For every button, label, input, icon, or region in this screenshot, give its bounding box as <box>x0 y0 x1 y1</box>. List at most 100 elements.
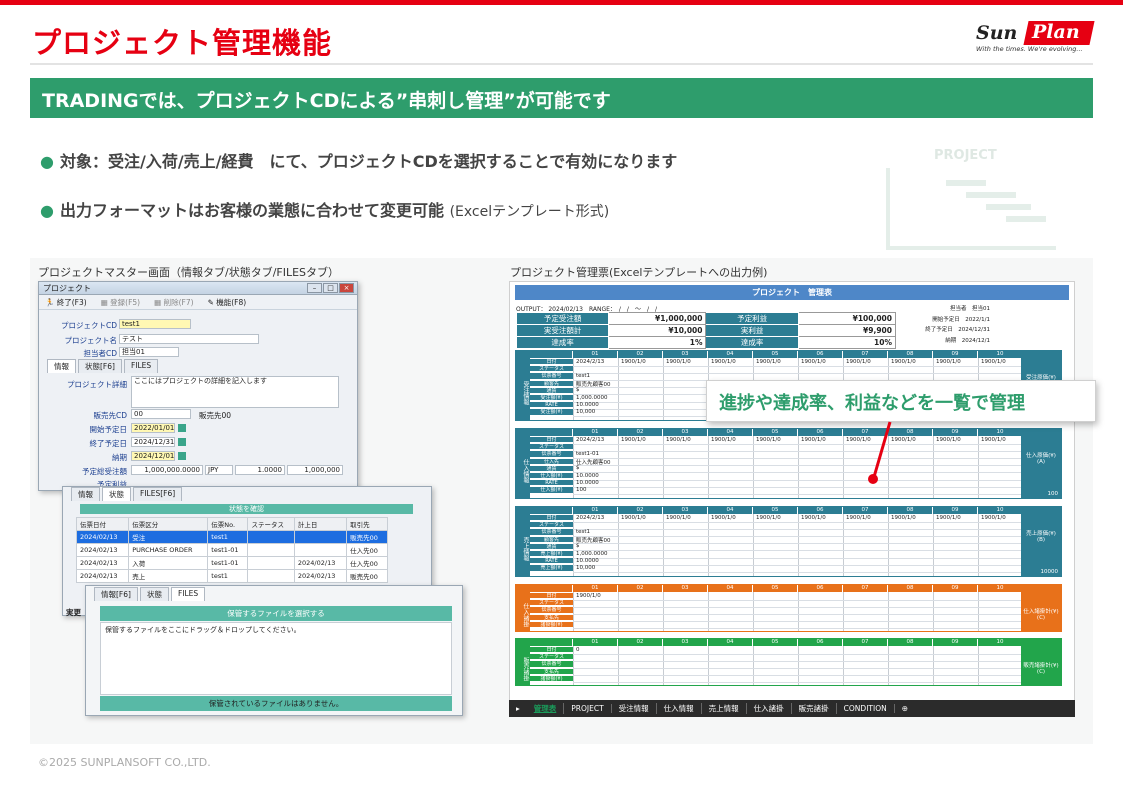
sheet-tab[interactable]: 売上情報 <box>702 703 747 714</box>
cell-value[interactable]: 1900/1/0 <box>846 515 871 521</box>
currency-select[interactable]: JPY <box>205 465 233 475</box>
cell-value[interactable]: 1900/1/0 <box>576 593 601 599</box>
cell-value[interactable]: 販売先顧客00 <box>576 380 611 388</box>
delete-button[interactable]: ▦ 削除(F7) <box>154 297 193 307</box>
cell-value[interactable]: test1 <box>576 529 590 535</box>
file-drop-zone[interactable]: 保管するファイルをここにドラッグ＆ドロップしてください。 <box>100 622 452 695</box>
cell-value[interactable]: 2024/2/13 <box>576 515 604 521</box>
cell-value[interactable]: 販売先顧客00 <box>576 536 611 544</box>
project-cd-input[interactable]: test1 <box>119 319 191 329</box>
table-row[interactable]: 2024/02/13 受注 test1 販売先00 <box>75 530 388 544</box>
cell-value[interactable]: 1900/1/0 <box>981 359 1006 365</box>
cell-value[interactable]: 仕入先顧客00 <box>576 458 611 466</box>
cell-value[interactable]: 10.0000 <box>576 473 599 479</box>
tab-info[interactable]: 情報[F6] <box>94 587 138 601</box>
tab-files[interactable]: FILES <box>123 359 159 373</box>
sheet-tab[interactable]: 管理表 <box>527 703 565 714</box>
cell-value[interactable]: 1900/1/0 <box>621 515 646 521</box>
cell-value[interactable]: 1900/1/0 <box>936 515 961 521</box>
cell-value[interactable]: 10,000 <box>576 409 595 415</box>
add-sheet-icon[interactable]: ⊕ <box>895 704 915 713</box>
plan-order-input[interactable]: 1,000,000.0000 <box>131 465 203 475</box>
column-number: 02 <box>618 507 663 514</box>
cell-value[interactable]: 1900/1/0 <box>711 359 736 365</box>
sheet-tab[interactable]: PROJECT <box>564 704 612 713</box>
cell-value[interactable]: 1900/1/0 <box>711 515 736 521</box>
cell-value[interactable]: 1900/1/0 <box>621 359 646 365</box>
cell-value[interactable]: 100 <box>576 487 587 493</box>
table-row[interactable]: 2024/02/13 PURCHASE ORDER test1-01 仕入先00 <box>75 543 388 557</box>
tab-files[interactable]: FILES[F6] <box>133 487 183 501</box>
cell-value[interactable]: 1900/1/0 <box>846 359 871 365</box>
calendar-icon[interactable] <box>178 452 186 460</box>
cell-value[interactable]: 1900/1/0 <box>936 437 961 443</box>
cell-value[interactable]: 1900/1/0 <box>801 359 826 365</box>
cell-value[interactable]: 1900/1/0 <box>666 359 691 365</box>
cell-value[interactable]: test1-01 <box>576 451 599 457</box>
cell-value[interactable]: $ <box>576 543 580 549</box>
tab-status[interactable]: 状態 <box>139 587 169 601</box>
cell-value[interactable]: 1900/1/0 <box>801 515 826 521</box>
cell-value[interactable]: $ <box>576 387 580 393</box>
sheet-tab[interactable]: 仕入諸掛 <box>747 703 792 714</box>
exit-button[interactable]: 🏃 終了(F3) <box>45 297 87 307</box>
cell-value[interactable]: 2024/2/13 <box>576 359 604 365</box>
tab-info[interactable]: 情報 <box>47 359 76 373</box>
column-header[interactable]: ステータス <box>247 517 295 531</box>
cell-value[interactable]: 1,000.0000 <box>576 395 608 401</box>
cell-value[interactable]: 1900/1/0 <box>621 437 646 443</box>
column-header[interactable]: 伝票日付 <box>75 517 130 531</box>
function-button[interactable]: ✎ 機能(F8) <box>208 297 247 307</box>
table-row[interactable]: 2024/02/13 売上 test1 2024/02/13 販売先00 <box>75 569 388 583</box>
calendar-icon[interactable] <box>178 438 186 446</box>
minimize-button[interactable]: – <box>307 283 322 293</box>
sheet-tab[interactable]: 受注情報 <box>612 703 657 714</box>
end-date-input[interactable]: 2024/12/31 <box>131 437 175 447</box>
select-file-button[interactable]: 保管するファイルを選択する <box>100 606 452 621</box>
owner-select[interactable]: 担当01 <box>119 347 179 357</box>
start-date-input[interactable]: 2022/01/01 <box>131 423 175 433</box>
cell-value[interactable]: 1900/1/0 <box>981 437 1006 443</box>
cell-value[interactable]: $ <box>576 465 580 471</box>
cell-value[interactable]: 2024/2/13 <box>576 437 604 443</box>
calendar-icon[interactable] <box>178 424 186 432</box>
detail-textarea[interactable]: ここにはプロジェクトの詳細を記入します <box>131 376 339 408</box>
cell-value[interactable]: test1 <box>576 373 590 379</box>
cell-value[interactable]: 1900/1/0 <box>981 515 1006 521</box>
sheet-tab[interactable]: 仕入情報 <box>657 703 702 714</box>
cell-value[interactable]: 1,000.0000 <box>576 551 608 557</box>
tab-status[interactable]: 状態 <box>102 487 131 501</box>
tab-status[interactable]: 状態[F6] <box>78 359 122 373</box>
cell-value[interactable]: 10,000 <box>576 565 595 571</box>
cell-value[interactable]: 10.0000 <box>576 558 599 564</box>
project-name-input[interactable]: テスト <box>119 334 259 344</box>
sales-cd-input[interactable]: 00 <box>131 409 191 419</box>
column-header[interactable]: 伝票区分 <box>128 517 209 531</box>
cell-value[interactable]: 0 <box>576 647 580 653</box>
cell-value[interactable]: 1900/1/0 <box>666 515 691 521</box>
close-button[interactable]: × <box>339 283 354 293</box>
rate-input[interactable]: 1.0000 <box>235 465 285 475</box>
table-row[interactable]: 2024/02/13 入荷 test1-01 2024/02/13 仕入先00 <box>75 556 388 570</box>
column-header[interactable]: 取引先 <box>346 517 388 531</box>
cell-value[interactable]: 10.0000 <box>576 480 599 486</box>
cell-value[interactable]: 1900/1/0 <box>891 359 916 365</box>
column-header[interactable]: 伝票No. <box>207 517 249 531</box>
register-button[interactable]: ▦ 登録(F5) <box>101 297 140 307</box>
due-date-input[interactable]: 2024/12/01 <box>131 451 175 461</box>
tab-info[interactable]: 情報 <box>71 487 100 501</box>
sheet-tab[interactable]: 販売諸掛 <box>792 703 837 714</box>
tab-files[interactable]: FILES <box>170 587 206 601</box>
cell-value[interactable]: 1900/1/0 <box>666 437 691 443</box>
cell-value[interactable]: 1900/1/0 <box>936 359 961 365</box>
maximize-button[interactable]: □ <box>323 283 338 293</box>
cell-value[interactable]: 1900/1/0 <box>711 437 736 443</box>
sheet-tab[interactable]: CONDITION <box>837 704 895 713</box>
cell-value[interactable]: 1900/1/0 <box>891 515 916 521</box>
cell-value[interactable]: 1900/1/0 <box>756 359 781 365</box>
sheet-nav-icon[interactable]: ▸ <box>509 704 527 713</box>
column-header[interactable]: 計上日 <box>293 517 348 531</box>
cell-value[interactable]: 10.0000 <box>576 402 599 408</box>
cell-value[interactable]: 1900/1/0 <box>756 515 781 521</box>
cell-value[interactable]: 1900/1/0 <box>756 437 781 443</box>
